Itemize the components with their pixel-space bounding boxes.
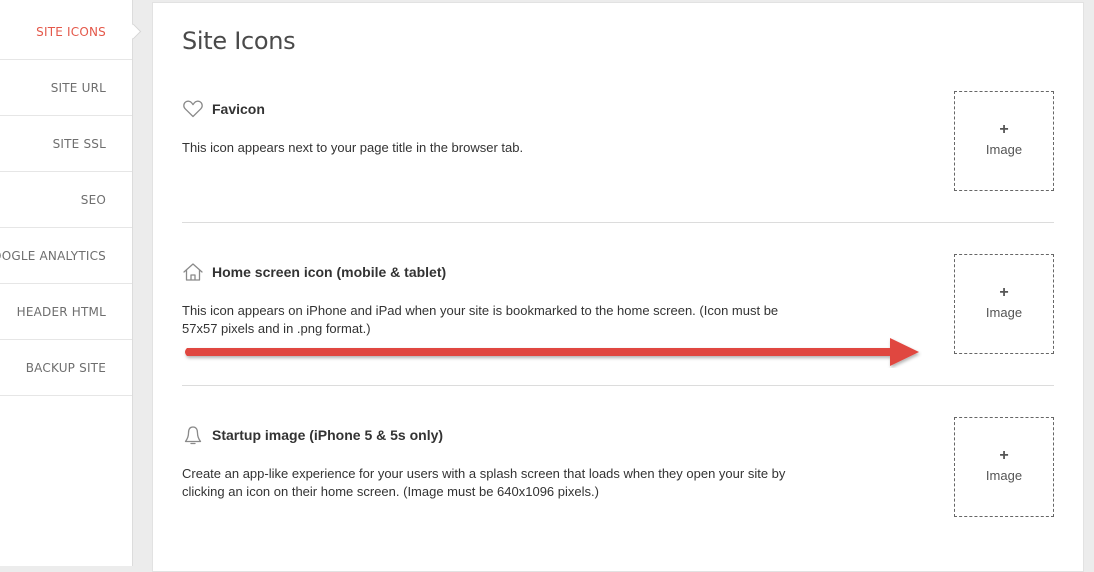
sidebar-item-site-icons[interactable]: SITE ICONS	[0, 5, 132, 60]
sidebar-item-label: HEADER HTML	[16, 305, 106, 319]
sidebar-item-label: GOOGLE ANALYTICS	[0, 249, 106, 263]
page-title: Site Icons	[182, 27, 296, 55]
section-description: Create an app-like experience for your u…	[182, 466, 786, 499]
sidebar-item-label: SITE URL	[50, 81, 106, 95]
site-icons-panel: Site Icons Favicon This icon appears nex…	[152, 2, 1084, 572]
sidebar-item-header-html[interactable]: HEADER HTML	[0, 285, 132, 340]
upload-label: Image	[985, 468, 1023, 483]
sidebar-item-site-ssl[interactable]: SITE SSL	[0, 117, 132, 172]
section-header: Home screen icon (mobile & tablet)	[182, 262, 446, 282]
sidebar-item-label: BACKUP SITE	[25, 361, 106, 375]
section-description: This icon appears next to your page titl…	[182, 140, 524, 155]
sidebar-item-label: SEO	[80, 193, 106, 207]
bell-icon	[182, 425, 204, 445]
section-title: Favicon	[212, 101, 265, 117]
plus-icon: +	[999, 447, 1009, 464]
section-header: Favicon	[182, 99, 265, 119]
favicon-upload-button[interactable]: + Image	[954, 91, 1054, 191]
section-title: Home screen icon (mobile & tablet)	[212, 264, 447, 280]
plus-icon: +	[999, 121, 1009, 138]
sidebar-item-seo[interactable]: SEO	[0, 173, 132, 228]
sidebar-item-label: SITE ICONS	[36, 25, 106, 39]
favicon-section: Favicon This icon appears next to your p…	[182, 91, 1054, 191]
home-icon	[182, 262, 204, 282]
sidebar-item-label: SITE SSL	[52, 137, 106, 151]
sidebar-item-backup-site[interactable]: BACKUP SITE	[0, 341, 132, 396]
section-divider	[182, 222, 1054, 223]
home-screen-icon-upload-button[interactable]: + Image	[954, 254, 1054, 354]
section-divider	[182, 385, 1054, 386]
section-title: Startup image (iPhone 5 & 5s only)	[212, 427, 444, 443]
sidebar-item-site-url[interactable]: SITE URL	[0, 61, 132, 116]
annotation-arrow	[185, 338, 919, 366]
plus-icon: +	[999, 284, 1009, 301]
section-description: This icon appears on iPhone and iPad whe…	[182, 303, 779, 336]
heart-icon	[182, 99, 204, 119]
upload-label: Image	[985, 305, 1023, 320]
startup-image-section: Startup image (iPhone 5 & 5s only) Creat…	[182, 417, 1054, 517]
startup-image-upload-button[interactable]: + Image	[954, 417, 1054, 517]
sidebar-item-google-analytics[interactable]: GOOGLE ANALYTICS	[0, 229, 132, 284]
settings-sidebar: SITE ICONS SITE URL SITE SSL SEO GOOGLE …	[0, 0, 133, 566]
upload-label: Image	[985, 142, 1023, 157]
section-header: Startup image (iPhone 5 & 5s only)	[182, 425, 443, 445]
